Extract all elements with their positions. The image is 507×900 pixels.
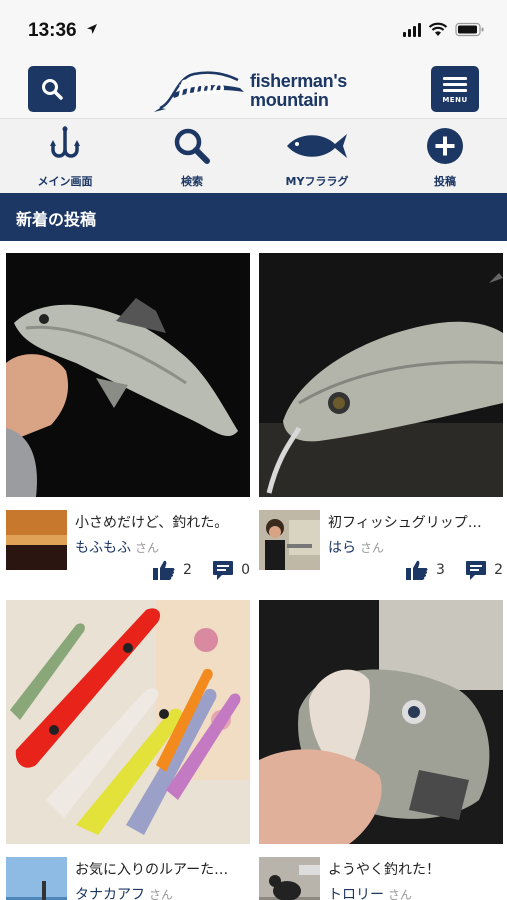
status-bar: 13:36 [0, 0, 507, 60]
user-avatar[interactable] [6, 510, 67, 570]
username-text: タナカアフ [75, 887, 145, 900]
header-search-button[interactable] [28, 66, 76, 112]
search-icon [174, 128, 210, 164]
sky-avatar-image [6, 857, 67, 900]
post-username[interactable]: はら さん [328, 537, 384, 557]
user-avatar[interactable] [259, 857, 320, 900]
nav-item-main[interactable]: メイン画面 [10, 125, 120, 191]
like-button[interactable]: 3 [406, 560, 445, 580]
status-time: 13:36 [28, 20, 77, 41]
comment-button[interactable]: 0 [213, 560, 250, 580]
nav-item-search[interactable]: 検索 [137, 125, 247, 191]
honorific-text: さん [135, 541, 160, 555]
like-count: 2 [183, 562, 192, 578]
child-avatar-image [259, 510, 320, 570]
dog-avatar-image [259, 857, 320, 900]
post-stats: 2 0 [153, 558, 250, 582]
plus-circle-icon [427, 128, 463, 164]
header-menu-button[interactable]: MENU [431, 66, 479, 112]
post-stats: 3 2 [406, 558, 503, 582]
post-card[interactable]: ようやく釣れた！ トロリー さん [259, 600, 503, 900]
sunset-avatar-image [6, 510, 67, 570]
user-avatar[interactable] [6, 857, 67, 900]
honorific-text: さん [388, 888, 413, 900]
comment-count: 0 [241, 562, 250, 578]
post-photo[interactable] [6, 253, 250, 497]
like-button[interactable]: 2 [153, 560, 192, 580]
fish-photo-image [259, 253, 503, 497]
username-text: はら [328, 540, 356, 556]
nav-item-my-fish-log[interactable]: MYフララグ [262, 125, 372, 191]
fish-photo-image [259, 600, 503, 844]
post-title[interactable]: お気に入りのルアーた… [75, 859, 253, 879]
section-title: 新着の投稿 [16, 210, 97, 229]
main-nav: メイン画面 検索 MYフララグ 投稿 [0, 118, 507, 193]
user-avatar[interactable] [259, 510, 320, 570]
like-count: 3 [436, 562, 445, 578]
battery-icon [455, 22, 484, 37]
nav-label-my-fish-log: MYフララグ [285, 175, 349, 188]
post-username[interactable]: タナカアフ さん [75, 884, 173, 900]
brand-logo[interactable]: fimo fisherman's mountain [154, 68, 359, 112]
comment-icon [466, 561, 487, 580]
nav-label-post: 投稿 [434, 175, 456, 188]
fishhook-icon [50, 126, 80, 158]
thumbs-up-icon [153, 560, 175, 580]
hamburger-icon [443, 74, 467, 95]
post-title[interactable]: ようやく釣れた！ [328, 859, 506, 879]
post-photo[interactable] [259, 253, 503, 497]
post-username[interactable]: トロリー さん [328, 884, 412, 900]
search-icon [42, 79, 63, 100]
username-text: もふもふ [75, 540, 131, 556]
nav-item-post[interactable]: 投稿 [390, 125, 500, 191]
nav-label-search: 検索 [181, 175, 203, 188]
post-title[interactable]: 初フィッシュグリップ… [328, 512, 506, 532]
fish-photo-image [6, 253, 250, 497]
brand-logo-text: fimo [178, 77, 225, 99]
post-username[interactable]: もふもふ さん [75, 537, 159, 557]
post-card[interactable]: お気に入りのルアーた… タナカアフ さん [6, 600, 250, 900]
nav-label-main: メイン画面 [37, 175, 93, 188]
section-header: 新着の投稿 [0, 193, 507, 241]
brand-name-line2: mountain [250, 90, 329, 110]
location-arrow-icon [87, 24, 97, 34]
username-text: トロリー [328, 887, 384, 900]
cellular-signal-icon [403, 22, 421, 37]
comment-count: 2 [494, 562, 503, 578]
menu-label: MENU [442, 96, 468, 104]
honorific-text: さん [149, 888, 174, 900]
post-photo[interactable] [259, 600, 503, 844]
brand-name-line1: fisherman's [250, 71, 348, 91]
post-card[interactable]: 初フィッシュグリップ… はら さん 3 2 [259, 253, 503, 583]
post-photo[interactable] [6, 600, 250, 844]
honorific-text: さん [360, 541, 385, 555]
comment-button[interactable]: 2 [466, 560, 503, 580]
brand-name: fisherman's mountain [250, 72, 347, 110]
wifi-icon [428, 22, 448, 36]
post-title[interactable]: 小さめだけど、釣れた。 [75, 512, 253, 532]
lures-photo-image [6, 600, 250, 844]
fish-icon [287, 134, 347, 158]
app-header: fimo fisherman's mountain MENU [0, 60, 507, 118]
comment-icon [213, 561, 234, 580]
post-card[interactable]: 小さめだけど、釣れた。 もふもふ さん 2 0 [6, 253, 250, 583]
thumbs-up-icon [406, 560, 428, 580]
